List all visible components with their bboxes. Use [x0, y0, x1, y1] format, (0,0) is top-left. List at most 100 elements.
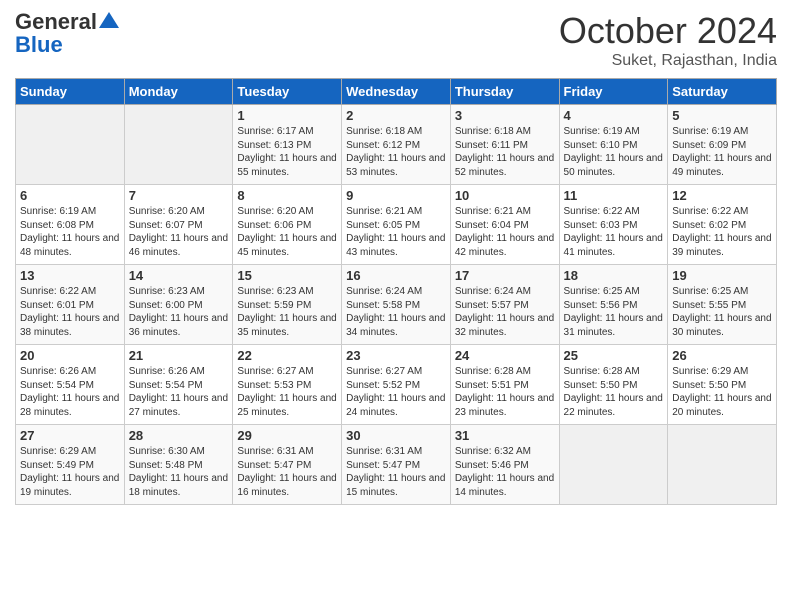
- cell-content: Sunrise: 6:28 AM Sunset: 5:50 PM Dayligh…: [564, 365, 664, 419]
- cell-content: Sunrise: 6:25 AM Sunset: 5:55 PM Dayligh…: [672, 285, 772, 339]
- day-number: 11: [564, 188, 664, 203]
- calendar-cell: [668, 425, 777, 505]
- logo-icon: [99, 10, 119, 30]
- calendar-cell: 12 Sunrise: 6:22 AM Sunset: 6:02 PM Dayli…: [668, 185, 777, 265]
- day-number: 31: [455, 428, 555, 443]
- calendar-cell: 17 Sunrise: 6:24 AM Sunset: 5:57 PM Dayli…: [450, 265, 559, 345]
- day-number: 18: [564, 268, 664, 283]
- calendar-cell: 1 Sunrise: 6:17 AM Sunset: 6:13 PM Daylig…: [233, 105, 342, 185]
- cell-content: Sunrise: 6:24 AM Sunset: 5:57 PM Dayligh…: [455, 285, 555, 339]
- calendar-cell: 22 Sunrise: 6:27 AM Sunset: 5:53 PM Dayli…: [233, 345, 342, 425]
- calendar-cell: 30 Sunrise: 6:31 AM Sunset: 5:47 PM Dayli…: [342, 425, 451, 505]
- days-header-row: SundayMondayTuesdayWednesdayThursdayFrid…: [16, 79, 777, 105]
- cell-content: Sunrise: 6:23 AM Sunset: 6:00 PM Dayligh…: [129, 285, 229, 339]
- calendar-cell: 21 Sunrise: 6:26 AM Sunset: 5:54 PM Dayli…: [124, 345, 233, 425]
- cell-content: Sunrise: 6:31 AM Sunset: 5:47 PM Dayligh…: [346, 445, 446, 499]
- calendar-cell: 31 Sunrise: 6:32 AM Sunset: 5:46 PM Dayli…: [450, 425, 559, 505]
- day-header-friday: Friday: [559, 79, 668, 105]
- logo-blue-text: Blue: [15, 32, 63, 57]
- cell-content: Sunrise: 6:19 AM Sunset: 6:10 PM Dayligh…: [564, 125, 664, 179]
- day-header-tuesday: Tuesday: [233, 79, 342, 105]
- logo: General Blue: [15, 10, 119, 56]
- calendar-cell: 13Sunrise: 6:22 AM Sunset: 6:01 PM Dayli…: [16, 265, 125, 345]
- day-number: 12: [672, 188, 772, 203]
- day-number: 15: [237, 268, 337, 283]
- week-row-2: 6 Sunrise: 6:19 AM Sunset: 6:08 PM Daylig…: [16, 185, 777, 265]
- calendar-cell: 2 Sunrise: 6:18 AM Sunset: 6:12 PM Daylig…: [342, 105, 451, 185]
- calendar-cell: 16Sunrise: 6:24 AM Sunset: 5:58 PM Dayli…: [342, 265, 451, 345]
- day-number: 5: [672, 108, 772, 123]
- cell-content: Sunrise: 6:29 AM Sunset: 5:49 PM Dayligh…: [20, 445, 120, 499]
- calendar-cell: 19Sunrise: 6:25 AM Sunset: 5:55 PM Dayli…: [668, 265, 777, 345]
- day-number: 8: [237, 188, 337, 203]
- calendar-cell: 15 Sunrise: 6:23 AM Sunset: 5:59 PM Dayli…: [233, 265, 342, 345]
- calendar-cell: 24Sunrise: 6:28 AM Sunset: 5:51 PM Dayli…: [450, 345, 559, 425]
- week-row-5: 27 Sunrise: 6:29 AM Sunset: 5:49 PM Dayli…: [16, 425, 777, 505]
- day-number: 14: [129, 268, 229, 283]
- calendar-cell: 27 Sunrise: 6:29 AM Sunset: 5:49 PM Dayli…: [16, 425, 125, 505]
- day-number: 28: [129, 428, 229, 443]
- cell-content: Sunrise: 6:29 AM Sunset: 5:50 PM Dayligh…: [672, 365, 772, 419]
- day-number: 2: [346, 108, 446, 123]
- day-number: 22: [237, 348, 337, 363]
- day-number: 17: [455, 268, 555, 283]
- day-number: 9: [346, 188, 446, 203]
- day-header-saturday: Saturday: [668, 79, 777, 105]
- title-block: October 2024 Suket, Rajasthan, India: [559, 10, 777, 70]
- day-number: 23: [346, 348, 446, 363]
- cell-content: Sunrise: 6:21 AM Sunset: 6:05 PM Dayligh…: [346, 205, 446, 259]
- page-header: General Blue October 2024 Suket, Rajasth…: [15, 10, 777, 70]
- cell-content: Sunrise: 6:22 AM Sunset: 6:02 PM Dayligh…: [672, 205, 772, 259]
- logo-general-text: General: [15, 11, 97, 33]
- cell-content: Sunrise: 6:30 AM Sunset: 5:48 PM Dayligh…: [129, 445, 229, 499]
- calendar-cell: 7 Sunrise: 6:20 AM Sunset: 6:07 PM Daylig…: [124, 185, 233, 265]
- day-number: 25: [564, 348, 664, 363]
- calendar-cell: [16, 105, 125, 185]
- day-number: 7: [129, 188, 229, 203]
- cell-content: Sunrise: 6:19 AM Sunset: 6:09 PM Dayligh…: [672, 125, 772, 179]
- calendar-cell: 5 Sunrise: 6:19 AM Sunset: 6:09 PM Daylig…: [668, 105, 777, 185]
- calendar-cell: 25 Sunrise: 6:28 AM Sunset: 5:50 PM Dayli…: [559, 345, 668, 425]
- cell-content: Sunrise: 6:23 AM Sunset: 5:59 PM Dayligh…: [237, 285, 337, 339]
- cell-content: Sunrise: 6:31 AM Sunset: 5:47 PM Dayligh…: [237, 445, 337, 499]
- cell-content: Sunrise: 6:22 AM Sunset: 6:03 PM Dayligh…: [564, 205, 664, 259]
- day-number: 13: [20, 268, 120, 283]
- day-number: 4: [564, 108, 664, 123]
- day-number: 26: [672, 348, 772, 363]
- day-header-thursday: Thursday: [450, 79, 559, 105]
- location: Suket, Rajasthan, India: [559, 52, 777, 70]
- cell-content: Sunrise: 6:24 AM Sunset: 5:58 PM Dayligh…: [346, 285, 446, 339]
- calendar-cell: 28 Sunrise: 6:30 AM Sunset: 5:48 PM Dayli…: [124, 425, 233, 505]
- cell-content: Sunrise: 6:20 AM Sunset: 6:07 PM Dayligh…: [129, 205, 229, 259]
- day-number: 21: [129, 348, 229, 363]
- day-number: 10: [455, 188, 555, 203]
- day-number: 27: [20, 428, 120, 443]
- cell-content: Sunrise: 6:19 AM Sunset: 6:08 PM Dayligh…: [20, 205, 120, 259]
- cell-content: Sunrise: 6:26 AM Sunset: 5:54 PM Dayligh…: [20, 365, 120, 419]
- cell-content: Sunrise: 6:18 AM Sunset: 6:12 PM Dayligh…: [346, 125, 446, 179]
- day-number: 20: [20, 348, 120, 363]
- calendar-cell: 10 Sunrise: 6:21 AM Sunset: 6:04 PM Dayli…: [450, 185, 559, 265]
- day-number: 3: [455, 108, 555, 123]
- cell-content: Sunrise: 6:27 AM Sunset: 5:53 PM Dayligh…: [237, 365, 337, 419]
- calendar-cell: 4 Sunrise: 6:19 AM Sunset: 6:10 PM Daylig…: [559, 105, 668, 185]
- calendar-cell: 8 Sunrise: 6:20 AM Sunset: 6:06 PM Daylig…: [233, 185, 342, 265]
- calendar-cell: 14 Sunrise: 6:23 AM Sunset: 6:00 PM Dayli…: [124, 265, 233, 345]
- day-number: 6: [20, 188, 120, 203]
- day-number: 1: [237, 108, 337, 123]
- cell-content: Sunrise: 6:32 AM Sunset: 5:46 PM Dayligh…: [455, 445, 555, 499]
- cell-content: Sunrise: 6:17 AM Sunset: 6:13 PM Dayligh…: [237, 125, 337, 179]
- calendar-cell: [124, 105, 233, 185]
- calendar-cell: 9 Sunrise: 6:21 AM Sunset: 6:05 PM Daylig…: [342, 185, 451, 265]
- calendar-cell: 26 Sunrise: 6:29 AM Sunset: 5:50 PM Dayli…: [668, 345, 777, 425]
- day-header-monday: Monday: [124, 79, 233, 105]
- calendar-table: SundayMondayTuesdayWednesdayThursdayFrid…: [15, 78, 777, 505]
- cell-content: Sunrise: 6:20 AM Sunset: 6:06 PM Dayligh…: [237, 205, 337, 259]
- day-number: 29: [237, 428, 337, 443]
- week-row-4: 20 Sunrise: 6:26 AM Sunset: 5:54 PM Dayli…: [16, 345, 777, 425]
- calendar-cell: 20 Sunrise: 6:26 AM Sunset: 5:54 PM Dayli…: [16, 345, 125, 425]
- cell-content: Sunrise: 6:21 AM Sunset: 6:04 PM Dayligh…: [455, 205, 555, 259]
- cell-content: Sunrise: 6:26 AM Sunset: 5:54 PM Dayligh…: [129, 365, 229, 419]
- calendar-cell: 23Sunrise: 6:27 AM Sunset: 5:52 PM Dayli…: [342, 345, 451, 425]
- day-number: 30: [346, 428, 446, 443]
